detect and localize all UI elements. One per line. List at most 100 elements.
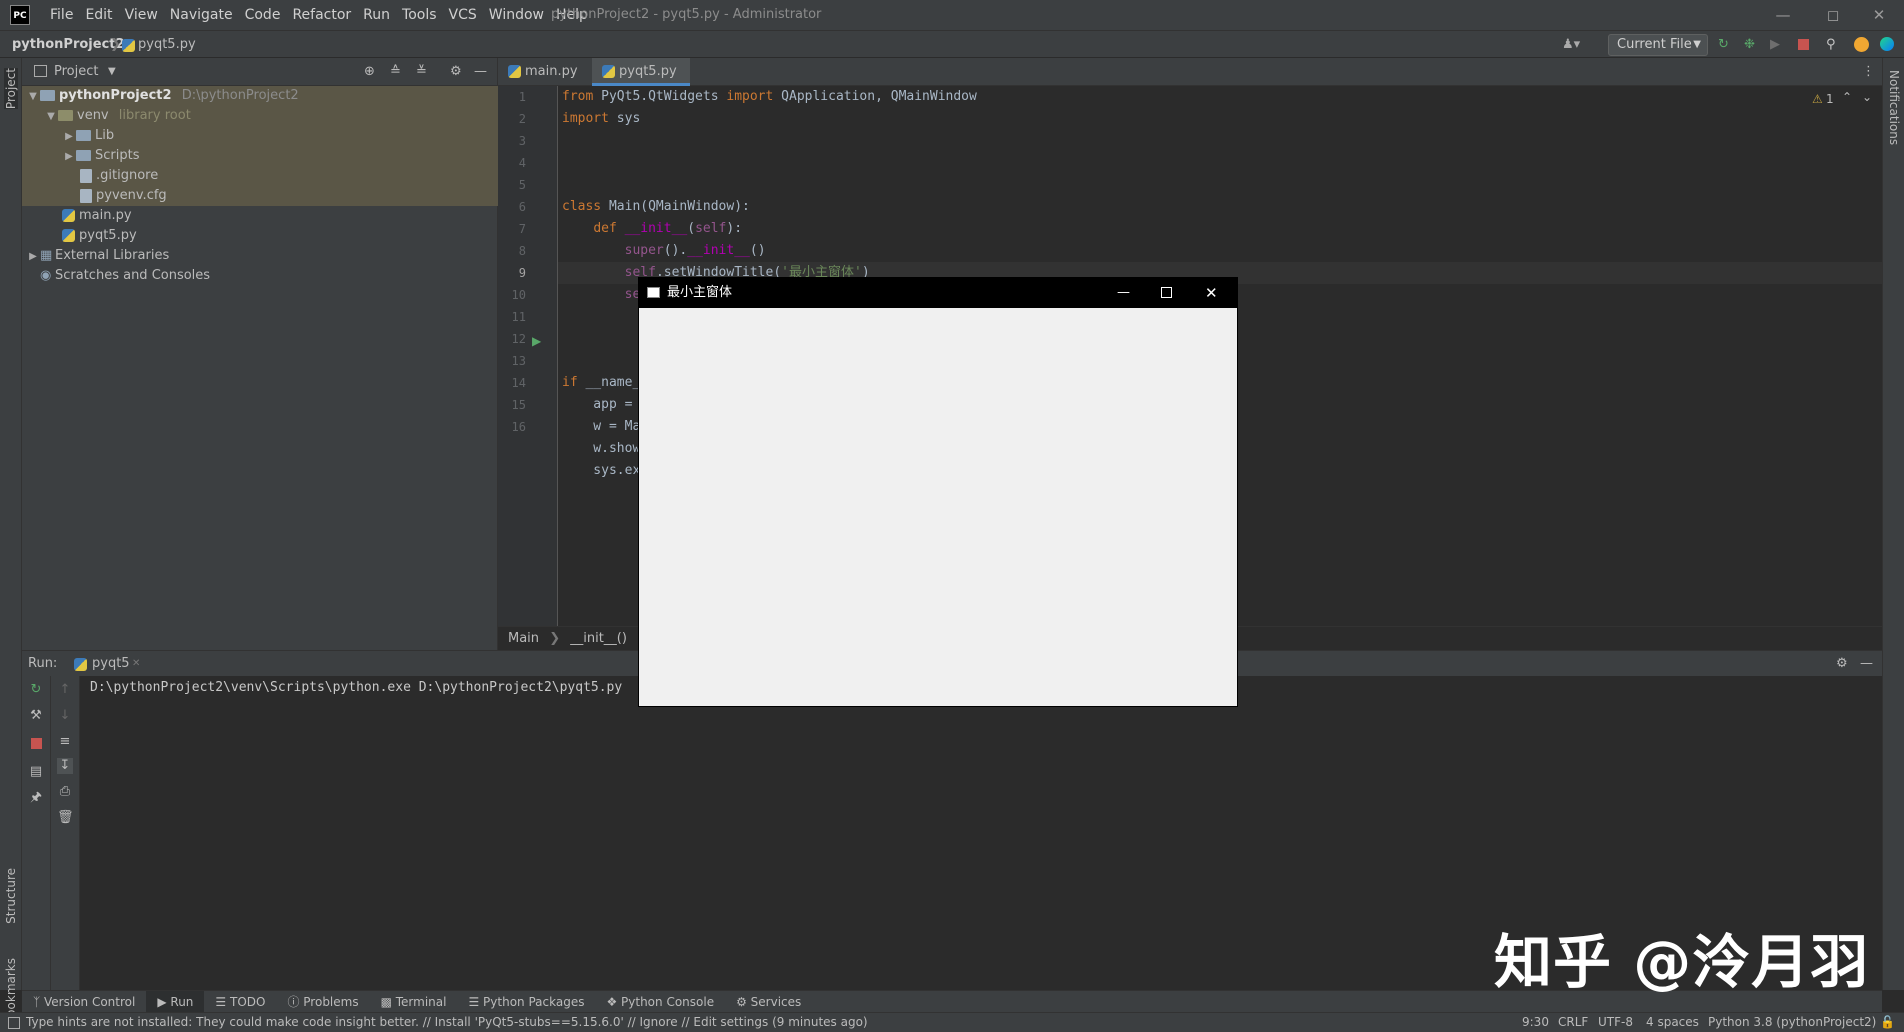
tree-item-project-root[interactable]: ▼ pythonProject2 D:\pythonProject2	[22, 86, 498, 106]
scroll-to-end-icon[interactable]: ↧	[57, 758, 73, 774]
expand-all-icon[interactable]: ≙	[390, 58, 401, 86]
tree-item-scratches[interactable]: ◉ Scratches and Consoles	[22, 266, 498, 286]
tool-run[interactable]: ▶ Run	[146, 991, 205, 1012]
tree-item-scripts[interactable]: ▶ Scripts	[22, 146, 498, 166]
nav-file[interactable]: pyqt5.py	[138, 31, 196, 58]
run-config-select[interactable]: Current File ▼	[1608, 34, 1708, 56]
rerun-icon[interactable]: ↻	[1718, 31, 1729, 58]
branch-icon: ᛉ	[33, 995, 45, 1009]
qt-window-titlebar[interactable]: 最小主窗体 — ✕	[639, 278, 1237, 308]
line-separator[interactable]: CRLF	[1558, 1013, 1588, 1032]
stop-icon[interactable]	[30, 738, 42, 749]
menu-code[interactable]: Code	[239, 0, 287, 30]
tool-python-packages[interactable]: ☰ Python Packages	[457, 991, 595, 1012]
gear-icon[interactable]: ⚙	[450, 58, 462, 86]
play-icon: ▶	[157, 995, 171, 1009]
menu-navigate[interactable]: Navigate	[164, 0, 239, 30]
tool-services[interactable]: ⚙ Services	[725, 991, 812, 1012]
hide-icon[interactable]: —	[1860, 651, 1873, 677]
coverage-icon[interactable]: ▶	[1770, 31, 1780, 58]
project-tool-button[interactable]: Project	[4, 68, 18, 110]
close-icon[interactable]: ✕	[1856, 0, 1902, 30]
tool-terminal[interactable]: ▩ Terminal	[370, 991, 458, 1012]
python-interpreter[interactable]: Python 3.8 (pythonProject2)	[1708, 1013, 1876, 1032]
tool-python-console[interactable]: ❖ Python Console	[595, 991, 725, 1012]
warning-icon[interactable]: ⚠	[1812, 92, 1823, 106]
tree-item-pyvenv-cfg[interactable]: pyvenv.cfg	[22, 186, 498, 206]
menu-refactor[interactable]: Refactor	[286, 0, 357, 30]
tab-main-py[interactable]: main.py ✕	[498, 58, 590, 106]
indent-setting[interactable]: 4 spaces	[1646, 1013, 1699, 1032]
wrench-icon[interactable]: ⚒	[28, 708, 44, 724]
run-tab-pyqt5[interactable]: pyqt5	[92, 651, 130, 677]
hide-icon[interactable]: —	[474, 58, 487, 86]
locate-icon[interactable]: ⊕	[364, 58, 375, 86]
arrow-down-icon[interactable]: ↓	[57, 708, 73, 724]
tool-todo[interactable]: ☰ TODO	[204, 991, 276, 1012]
menu-file[interactable]: File	[44, 0, 79, 30]
more-tabs-icon[interactable]: ⋮	[1862, 58, 1875, 86]
menu-view[interactable]: View	[119, 0, 164, 30]
chevron-down-icon[interactable]: ▼	[108, 58, 116, 86]
editor-tabs: main.py ✕ pyqt5.py ✕ ⋮	[498, 58, 1882, 106]
tree-item-lib[interactable]: ▶ Lib	[22, 126, 498, 146]
close-icon[interactable]: ✕	[1205, 278, 1218, 308]
menu-edit[interactable]: Edit	[79, 0, 118, 30]
status-toggle-icon[interactable]	[8, 1017, 20, 1029]
menu-window[interactable]: Window	[483, 0, 550, 30]
run-gutter-icon[interactable]: ▶	[532, 334, 541, 348]
menu-tools[interactable]: Tools	[396, 0, 443, 30]
python-run-icon	[74, 657, 91, 672]
run-toolbar-primary: ↻ ⚒ ▤ 🖈	[22, 676, 51, 990]
notifications-tool-button[interactable]: Notifications	[1887, 70, 1901, 145]
tree-item-label: main.py	[79, 208, 132, 223]
tree-item-gitignore[interactable]: .gitignore	[22, 166, 498, 186]
arrow-up-icon[interactable]: ↑	[57, 682, 73, 698]
print-icon[interactable]: ⎙	[57, 784, 73, 800]
menu-run[interactable]: Run	[357, 0, 396, 30]
folder-icon	[76, 150, 91, 161]
maximize-icon[interactable]: ◻	[1810, 0, 1856, 30]
collapse-all-icon[interactable]: ≚	[416, 58, 427, 86]
tree-item-venv[interactable]: ▼ venv library root	[22, 106, 498, 126]
user-icon[interactable]: ♟▾	[1562, 31, 1580, 58]
toolbox-icon[interactable]	[1880, 37, 1894, 51]
terminal-icon: ▩	[380, 995, 396, 1009]
file-encoding[interactable]: UTF-8	[1598, 1013, 1633, 1032]
line-number: 14	[511, 376, 526, 390]
tool-problems[interactable]: ⓘ Problems	[276, 991, 369, 1012]
lock-icon[interactable]: 🔓	[1880, 1013, 1895, 1032]
soft-wrap-icon[interactable]: ≡	[57, 734, 73, 750]
project-panel-title[interactable]: Project	[54, 58, 98, 86]
breadcrumb-method[interactable]: __init__()	[570, 631, 627, 646]
debug-icon[interactable]: ❉	[1744, 31, 1755, 58]
structure-tool-button[interactable]: Structure	[4, 868, 18, 924]
tree-item-pyqt5-py[interactable]: pyqt5.py	[22, 226, 498, 246]
chevron-up-icon[interactable]: ⌃	[1842, 90, 1852, 104]
tool-version-control[interactable]: ᛉ Version Control	[22, 991, 146, 1012]
minimize-icon[interactable]: —	[1117, 278, 1130, 308]
gear-icon[interactable]: ⚙	[1836, 651, 1848, 677]
tab-pyqt5-py[interactable]: pyqt5.py ✕	[592, 58, 690, 106]
rerun-icon[interactable]: ↻	[28, 682, 44, 698]
menu-vcs[interactable]: VCS	[443, 0, 483, 30]
update-icon[interactable]	[1854, 37, 1869, 52]
chevron-right-icon: ▶	[65, 131, 73, 142]
chevron-down-icon[interactable]: ⌄	[1862, 90, 1872, 104]
trash-icon[interactable]: 🗑	[57, 810, 74, 826]
layout-icon[interactable]: ▤	[28, 764, 44, 780]
qt-main-window[interactable]: 最小主窗体 — ✕	[638, 277, 1238, 707]
maximize-icon[interactable]	[1161, 287, 1172, 298]
tree-item-external-libraries[interactable]: ▶ ▦ External Libraries	[22, 246, 498, 266]
folder-icon	[76, 130, 91, 141]
stop-icon[interactable]	[1798, 39, 1809, 50]
close-tab-icon[interactable]: ✕	[132, 651, 140, 677]
search-icon[interactable]: ⚲	[1826, 31, 1836, 58]
minimize-icon[interactable]: —	[1760, 0, 1806, 30]
tree-item-main-py[interactable]: main.py	[22, 206, 498, 226]
pin-icon[interactable]: 🖈	[28, 790, 44, 806]
breadcrumb-class[interactable]: Main	[508, 631, 539, 646]
status-message[interactable]: Type hints are not installed: They could…	[26, 1013, 868, 1032]
caret-position[interactable]: 9:30	[1522, 1013, 1549, 1032]
nav-project[interactable]: pythonProject2	[12, 31, 125, 58]
